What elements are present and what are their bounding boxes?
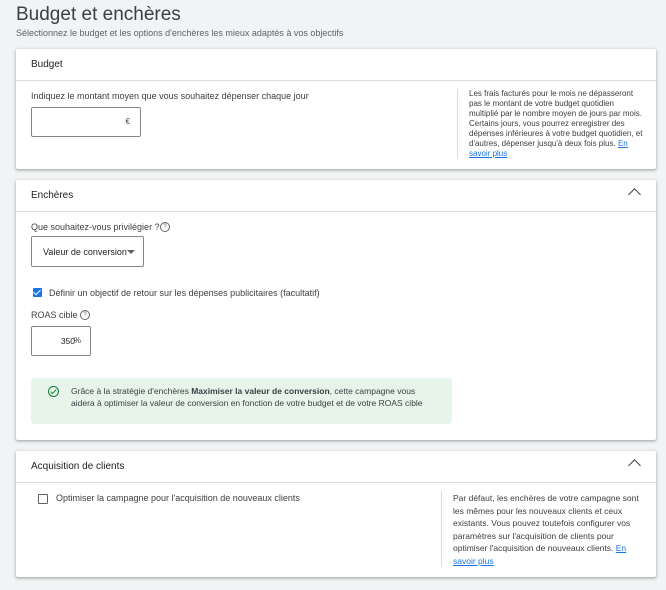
- budget-prompt: Indiquez le montant moyen que vous souha…: [31, 91, 309, 101]
- roas-value: 350: [60, 336, 75, 346]
- bidding-focus-selected: Valeur de conversion: [43, 247, 127, 257]
- page-subtitle: Sélectionnez le budget et les options d'…: [16, 28, 344, 38]
- budget-card: Budget Indiquez le montant moyen que vou…: [16, 49, 656, 169]
- page-title: Budget et enchères: [16, 4, 181, 25]
- bidding-focus-select[interactable]: Valeur de conversion: [31, 236, 144, 267]
- roas-target-checkbox[interactable]: [33, 288, 42, 297]
- budget-note-divider: [457, 89, 458, 159]
- roas-label: ROAS cible: [31, 310, 78, 320]
- help-icon[interactable]: ?: [160, 222, 170, 232]
- info-prefix: Grâce à la stratégie d'enchères: [71, 386, 192, 396]
- budget-currency: €: [125, 117, 130, 126]
- budget-card-header: Budget: [16, 49, 656, 81]
- acquisition-checkbox[interactable]: [38, 494, 48, 504]
- acquisition-note-divider: [441, 491, 442, 567]
- info-strategy-name: Maximiser la valeur de conversion: [191, 386, 330, 396]
- acquisition-card-header[interactable]: Acquisition de clients: [16, 451, 656, 483]
- bidding-card: Enchères Que souhaitez-vous privilégier …: [16, 180, 656, 440]
- help-icon[interactable]: ?: [80, 310, 90, 320]
- collapse-chevron-icon[interactable]: [628, 188, 641, 201]
- collapse-chevron-icon[interactable]: [628, 459, 641, 472]
- acquisition-note-text: Par défaut, les enchères de votre campag…: [453, 493, 639, 553]
- budget-card-title: Budget: [31, 59, 63, 70]
- budget-note: Les frais facturés pour le mois ne dépas…: [469, 89, 644, 159]
- bidding-strategy-info: Grâce à la stratégie d'enchères Maximise…: [31, 378, 452, 424]
- acquisition-note: Par défaut, les enchères de votre campag…: [453, 492, 648, 567]
- bidding-card-header[interactable]: Enchères: [16, 180, 656, 212]
- bidding-focus-question: Que souhaitez-vous privilégier ?: [31, 222, 160, 232]
- bidding-strategy-info-text: Grâce à la stratégie d'enchères Maximise…: [71, 385, 431, 409]
- chevron-down-icon: [127, 250, 135, 254]
- budget-amount-input[interactable]: €: [31, 107, 141, 137]
- acquisition-card-title: Acquisition de clients: [31, 461, 125, 472]
- budget-note-text: Les frais facturés pour le mois ne dépas…: [469, 89, 643, 148]
- roas-target-checkbox-label[interactable]: Définir un objectif de retour sur les dé…: [49, 288, 320, 298]
- acquisition-card: Acquisition de clients Optimiser la camp…: [16, 451, 656, 577]
- acquisition-checkbox-label[interactable]: Optimiser la campagne pour l'acquisition…: [56, 493, 300, 503]
- bidding-card-title: Enchères: [31, 190, 74, 201]
- check-circle-icon: [48, 386, 59, 397]
- roas-input[interactable]: 350 %: [31, 326, 91, 356]
- roas-unit: %: [73, 336, 81, 345]
